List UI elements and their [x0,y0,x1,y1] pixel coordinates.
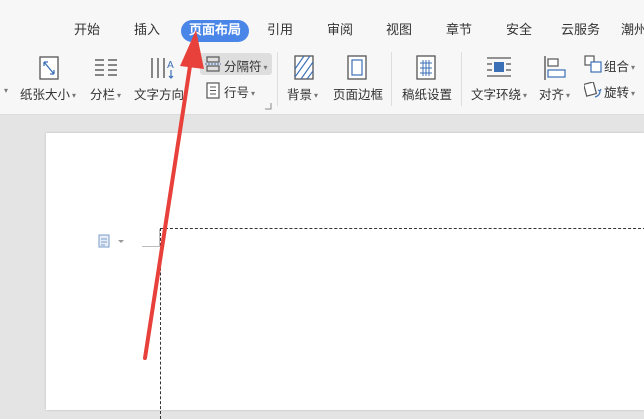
breaks-label: 分隔符 [224,59,262,74]
align-button[interactable]: 对齐 ▾ [537,52,577,108]
manuscript-settings-button[interactable]: 稿纸设置 [398,52,454,108]
text-wrap-icon [487,57,511,77]
tab-cloud-service[interactable]: 云服务 [561,20,600,42]
paper-size-icon [39,56,59,80]
document-page[interactable] [46,133,644,419]
columns-icon [95,59,117,76]
group-label: 组合 [604,59,630,74]
tab-review[interactable]: 审阅 [327,20,353,42]
manuscript-settings-label: 稿纸设置 [402,87,453,102]
tab-insert[interactable]: 插入 [134,20,160,42]
rotate-label: 旋转 [604,85,630,100]
tab-references[interactable]: 引用 [267,20,293,42]
ribbon-tab-bar: 开始 插入 页面布局 引用 审阅 视图 章节 安全 云服务 潮州 [0,0,644,44]
align-icon [544,56,566,80]
tab-chaozhou[interactable]: 潮州 [621,20,644,42]
page-border-icon [347,55,367,80]
ribbon-separator [391,52,392,106]
rotate-button[interactable]: 旋转 ▾ [582,80,644,102]
tab-home[interactable]: 开始 [74,20,100,42]
align-label: 对齐 [539,87,565,102]
paper-size-label: 纸张大小 [20,87,71,102]
background-label: 背景 [287,87,313,102]
tab-page-layout[interactable]: 页面布局 [181,20,250,42]
manuscript-settings-icon [416,55,436,80]
rotate-icon [584,82,602,98]
ribbon-toolbar: ▾ 纸张大小 ▾ 分栏 ▾ A 文字方向 分隔符 ▾ 行号 ▾ 背景 ▾ 页面边… [0,44,644,115]
margin-corner-mark [142,246,160,247]
breaks-button[interactable]: 分隔符 ▾ [202,53,272,75]
ribbon-separator [461,52,462,106]
background-icon [294,55,314,80]
text-wrap-label: 文字环绕 [471,87,522,102]
group-button[interactable]: 组合 ▾ [582,53,644,75]
text-direction-label: 文字方向 [134,87,185,102]
columns-button[interactable]: 分栏 ▾ [88,52,128,108]
paragraph-layout-icon[interactable] [98,234,126,248]
tab-chapter[interactable]: 章节 [446,20,472,42]
text-direction-button[interactable]: A 文字方向 [134,52,188,108]
svg-text:A: A [167,60,174,71]
line-numbers-icon [206,82,220,99]
line-numbers-button[interactable]: 行号 ▾ [202,80,262,102]
paper-size-button[interactable]: 纸张大小 ▾ [20,52,80,108]
truncated-dropdown-caret[interactable]: ▾ [2,82,8,97]
group-icon [584,55,602,73]
background-button[interactable]: 背景 ▾ [285,52,325,108]
tab-security[interactable]: 安全 [506,20,532,42]
line-numbers-label: 行号 [224,85,250,100]
breaks-icon [205,56,221,72]
page-border-label: 页面边框 [333,87,384,102]
ribbon-separator [277,52,278,106]
page-border-button[interactable]: 页面边框 [330,52,386,108]
tab-view[interactable]: 视图 [386,20,412,42]
text-wrap-button[interactable]: 文字环绕 ▾ [468,52,530,108]
text-direction-icon: A [151,58,174,79]
page-margin-boundary[interactable] [160,228,644,419]
columns-label: 分栏 [90,87,116,102]
document-workspace[interactable] [0,115,644,419]
page-setup-launcher-icon[interactable] [264,102,272,110]
